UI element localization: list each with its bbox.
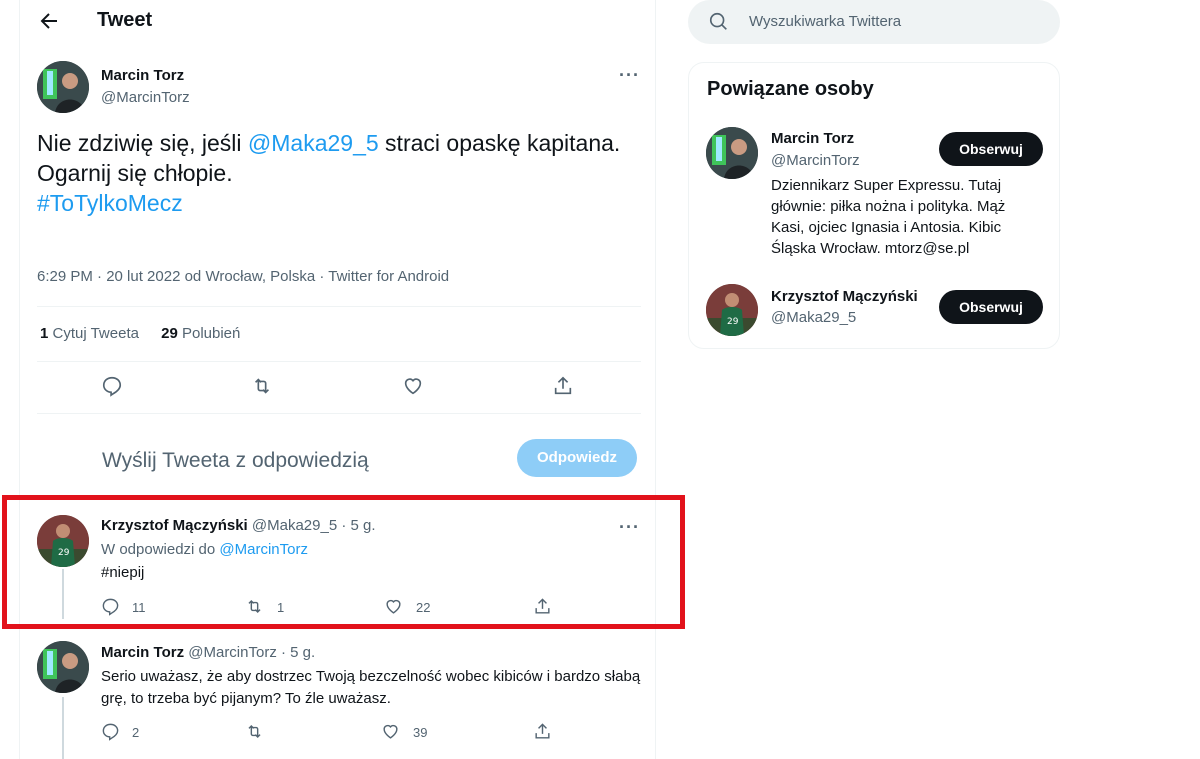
back-arrow-icon[interactable] xyxy=(37,9,61,33)
divider xyxy=(37,361,641,362)
avatar[interactable] xyxy=(37,641,89,693)
highlight-box xyxy=(2,495,685,629)
person-handle[interactable]: @MarcinTorz xyxy=(771,152,860,169)
share-icon[interactable] xyxy=(533,722,552,741)
reply-author-name[interactable]: Marcin Torz xyxy=(101,644,184,661)
retweet-icon[interactable] xyxy=(245,722,264,741)
avatar-torz-image xyxy=(37,641,89,693)
reply-actions: 2 39 xyxy=(20,722,656,746)
reply-text: Serio uważasz, że aby dostrzec Twoją bez… xyxy=(101,668,641,707)
person-bio: Dziennikarz Super Expressu. Tutaj główni… xyxy=(771,177,1006,257)
reply-author-handle[interactable]: @MarcinTorz xyxy=(188,644,277,661)
more-options-icon[interactable]: ··· xyxy=(619,66,639,90)
like-count: 39 xyxy=(413,725,428,740)
tweet-text-line2: Ogarnij się chłopie. xyxy=(37,160,233,186)
tweet-text-end: straci opaskę kapitana. xyxy=(378,130,621,156)
avatar-maka-image: 29 xyxy=(706,284,758,336)
like-stat[interactable]: 29 Polubień xyxy=(161,325,240,342)
quote-stat[interactable]: 1 Cytuj Tweeta xyxy=(40,325,139,342)
svg-text:29: 29 xyxy=(727,317,739,327)
divider xyxy=(37,306,641,307)
hashtag-link[interactable]: #ToTylkoMecz xyxy=(37,190,183,216)
avatar[interactable]: 29 xyxy=(706,284,758,336)
search-bar[interactable]: Wyszukiwarka Twittera xyxy=(688,0,1060,44)
page-header: Tweet xyxy=(20,0,656,42)
search-icon xyxy=(709,12,727,30)
person-name[interactable]: Marcin Torz xyxy=(771,130,854,147)
reply-button[interactable]: Odpowiedz xyxy=(517,439,637,477)
reply-icon[interactable] xyxy=(101,722,120,741)
reply-icon[interactable] xyxy=(101,375,123,397)
share-icon[interactable] xyxy=(552,375,574,397)
related-people-panel: Powiązane osoby Marcin Torz @MarcinTorz … xyxy=(688,62,1060,349)
follow-button[interactable]: Obserwuj xyxy=(939,290,1043,324)
author-name[interactable]: Marcin Torz xyxy=(101,67,184,84)
tweet-stats: 1 Cytuj Tweeta 29 Polubień xyxy=(40,325,240,342)
retweet-icon[interactable] xyxy=(251,375,273,397)
person-handle[interactable]: @Maka29_5 xyxy=(771,309,856,326)
divider xyxy=(37,413,641,414)
person-name[interactable]: Krzysztof Mączyński xyxy=(771,288,918,305)
tweet-text-start: Nie zdziwię się, jeśli xyxy=(37,130,248,156)
like-icon[interactable] xyxy=(381,722,400,741)
like-icon[interactable] xyxy=(402,375,424,397)
avatar-torz-image xyxy=(37,61,89,113)
reply-input[interactable]: Wyślij Tweeta z odpowiedzią xyxy=(102,449,369,473)
tweet-timestamp[interactable]: 6:29 PM · 20 lut 2022 od Wrocław, Polska… xyxy=(37,268,449,285)
avatar[interactable] xyxy=(706,127,758,179)
search-input[interactable]: Wyszukiwarka Twittera xyxy=(749,13,901,30)
tweet-actions xyxy=(20,375,656,399)
avatar[interactable] xyxy=(37,61,89,113)
panel-title: Powiązane osoby xyxy=(707,78,874,100)
author-handle[interactable]: @MarcinTorz xyxy=(101,89,190,106)
avatar-torz-image xyxy=(706,127,758,179)
follow-button[interactable]: Obserwuj xyxy=(939,132,1043,166)
reply-time[interactable]: · 5 g. xyxy=(281,644,315,661)
main-column: Tweet Marcin Torz @MarcinTorz ··· Nie zd… xyxy=(19,0,656,759)
tweet-text: Nie zdziwię się, jeśli @Maka29_5 straci … xyxy=(37,128,637,218)
reply-count: 2 xyxy=(132,725,140,740)
page-title: Tweet xyxy=(97,9,153,31)
mention-link[interactable]: @Maka29_5 xyxy=(248,130,379,156)
reply-header: Marcin Torz @MarcinTorz · 5 g. xyxy=(101,644,315,661)
